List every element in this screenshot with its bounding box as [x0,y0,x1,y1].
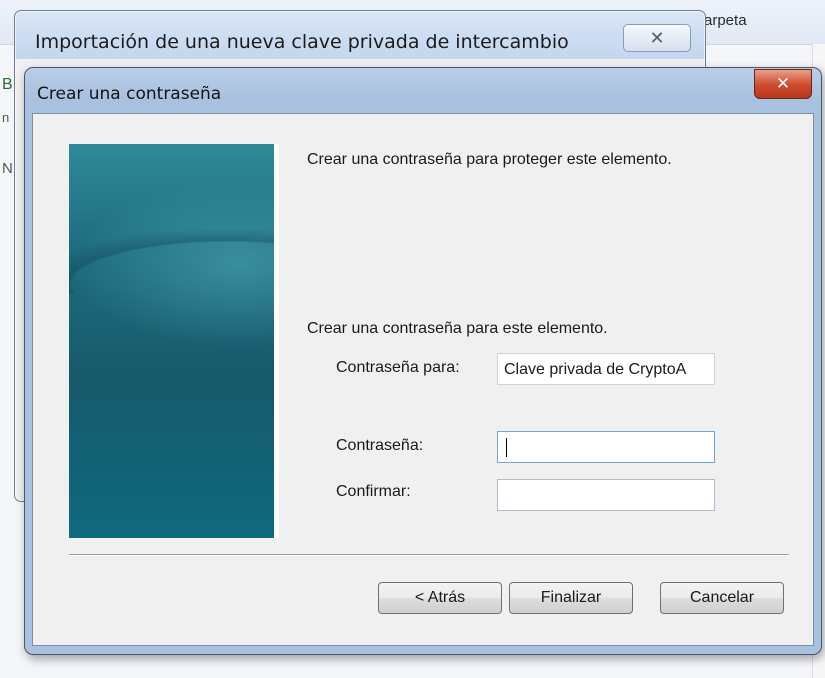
dialog-close-button[interactable]: ✕ [754,69,812,99]
create-password-dialog: Crear una contraseña ✕ Crear una contras… [24,67,822,655]
back-button[interactable]: < Atrás [378,582,502,614]
button-separator [69,554,789,556]
text-cursor [506,438,507,457]
intro-text: Crear una contraseña para proteger este … [307,151,672,168]
background-fragment-b: B [2,76,13,93]
close-icon: ✕ [649,27,665,48]
background-fragment-n-upper: N [2,160,13,177]
cancel-button[interactable]: Cancelar [660,582,784,614]
background-title-fragment: arpeta [704,12,747,29]
dialog-client-area: Crear una contraseña para proteger este … [32,113,814,646]
password-label: Contraseña: [336,437,424,454]
password-for-label: Contraseña para: [336,359,460,376]
import-window-close-button[interactable]: ✕ [623,24,691,52]
import-window-title: Importación de una nueva clave privada d… [35,31,569,53]
background-fragment-n: n [2,110,10,125]
password-for-field: Clave privada de CryptoA [497,353,715,385]
close-icon: ✕ [775,74,791,93]
section-label: Crear una contraseña para este elemento. [307,320,608,337]
confirm-input[interactable] [497,479,715,511]
password-input[interactable] [497,431,715,463]
finish-button[interactable]: Finalizar [509,582,633,614]
wizard-side-image [69,144,279,538]
dialog-title: Crear una contraseña [37,84,222,104]
confirm-label: Confirmar: [336,483,411,500]
